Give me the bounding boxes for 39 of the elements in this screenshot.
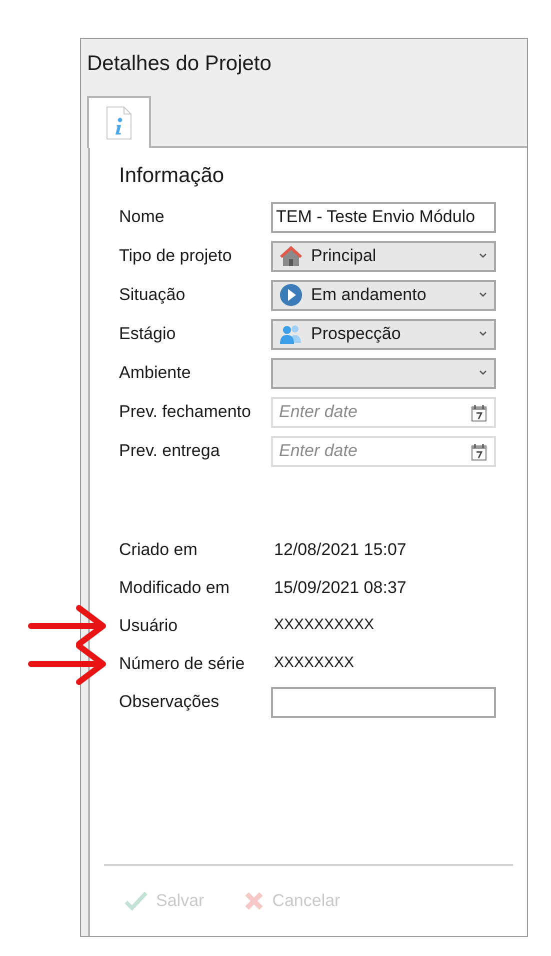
field-label: Ambiente xyxy=(119,362,192,384)
field-label: Usuário xyxy=(119,614,179,637)
info-document-icon xyxy=(105,106,133,140)
field-label: Criado em xyxy=(119,538,198,561)
date-field[interactable]: Enter date xyxy=(271,396,496,428)
dropdown[interactable]: Prospecção xyxy=(271,318,496,350)
caret-icon xyxy=(478,330,488,338)
info-tab[interactable] xyxy=(87,96,151,148)
field-label: Observações xyxy=(119,691,220,714)
field-value: XXXXXXXXXX xyxy=(273,615,374,636)
date-field[interactable]: Enter date xyxy=(271,436,496,466)
field-value: XXXXXXXX xyxy=(273,653,354,674)
caret-icon xyxy=(478,369,488,377)
field-label: Número de série xyxy=(119,652,246,675)
dropdown[interactable]: Em andamento xyxy=(271,280,496,310)
field-label: Nome xyxy=(119,206,166,228)
dropdown[interactable]: Principal xyxy=(271,240,496,272)
field-value: 15/09/2021 08:37 xyxy=(273,576,406,599)
text-field[interactable]: TEM - Teste Envio Módulo xyxy=(271,202,496,232)
text-field[interactable] xyxy=(271,686,496,718)
cross-icon xyxy=(244,891,264,911)
house-icon xyxy=(279,245,303,267)
field-value: 12/08/2021 15:07 xyxy=(273,538,406,561)
calendar-icon[interactable] xyxy=(471,442,487,460)
field-label: Tipo de projeto xyxy=(119,245,233,268)
caret-icon xyxy=(478,252,488,260)
section-title: Informação xyxy=(119,163,226,189)
field-label: Prev. entrega xyxy=(119,440,221,462)
people-icon xyxy=(279,323,303,345)
window-title: Detalhes do Projeto xyxy=(87,51,272,77)
field-label: Modificado em xyxy=(119,576,231,599)
calendar-icon[interactable] xyxy=(471,404,487,422)
dropdown[interactable] xyxy=(271,358,496,388)
caret-icon xyxy=(478,291,488,299)
field-label: Situação xyxy=(119,284,186,306)
check-icon xyxy=(124,891,148,911)
play-icon xyxy=(279,283,303,307)
field-label: Estágio xyxy=(119,323,177,346)
field-label: Prev. fechamento xyxy=(119,401,252,424)
